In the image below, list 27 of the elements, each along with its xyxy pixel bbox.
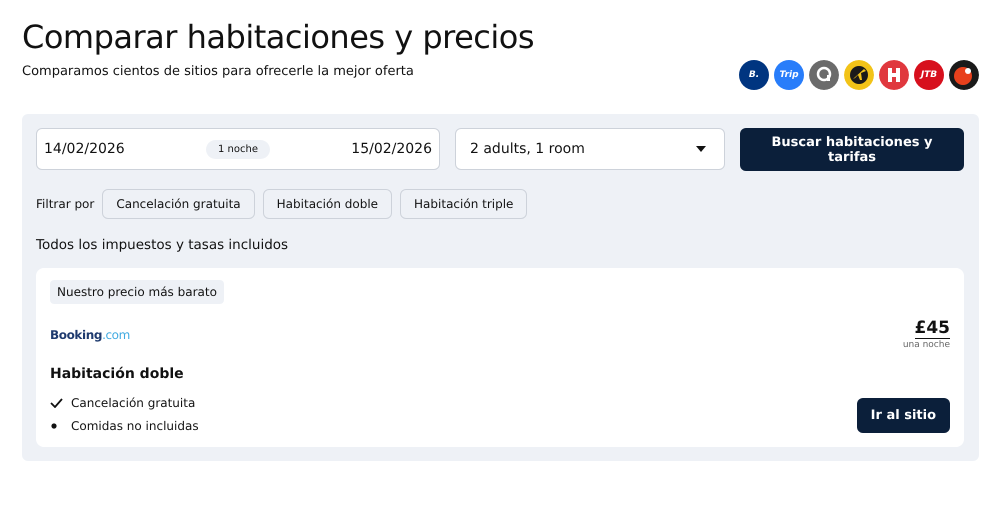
checkout-date: 15/02/2026 bbox=[351, 141, 432, 157]
provider-logo: JTB bbox=[914, 60, 944, 90]
cheapest-badge: Nuestro precio más barato bbox=[50, 280, 224, 304]
filter-chip[interactable]: Habitación doble bbox=[262, 189, 392, 219]
go-to-site-button[interactable]: Ir al sitio bbox=[856, 398, 950, 433]
date-range-field[interactable]: 14/02/2026 1 noche 15/02/2026 bbox=[36, 128, 440, 170]
filter-chip[interactable]: Cancelación gratuita bbox=[102, 189, 255, 219]
feature-text: Comidas no incluidas bbox=[71, 419, 199, 433]
room-name: Habitación doble bbox=[50, 366, 185, 382]
provider-logo: B. bbox=[739, 60, 769, 90]
caret-icon bbox=[696, 146, 706, 152]
page-subtitle: Comparamos cientos de sitios para ofrecerle la mejor oferta bbox=[22, 64, 415, 79]
price-unit: una noche bbox=[902, 340, 950, 350]
site-logo: Booking.com bbox=[50, 328, 130, 342]
guests-dropdown[interactable]: 2 adults, 1 room bbox=[455, 128, 725, 170]
check-icon bbox=[50, 398, 63, 408]
provider-logo: Trip bbox=[774, 60, 804, 90]
nights-badge: 1 noche bbox=[206, 140, 270, 158]
page-title: Comparar habitaciones y precios bbox=[22, 18, 534, 56]
price: £45 bbox=[914, 318, 950, 339]
filter-chip[interactable]: Habitación triple bbox=[400, 189, 528, 219]
feature-text: Cancelación gratuita bbox=[71, 396, 196, 410]
guests-value: 2 adults, 1 room bbox=[470, 141, 585, 157]
search-button[interactable]: Buscar habitaciones y tarifas bbox=[740, 128, 964, 171]
tax-note: Todos los impuestos y tasas incluidos bbox=[36, 237, 290, 253]
checkin-date: 14/02/2026 bbox=[44, 141, 125, 157]
filter-label: Filtrar por bbox=[36, 197, 94, 211]
